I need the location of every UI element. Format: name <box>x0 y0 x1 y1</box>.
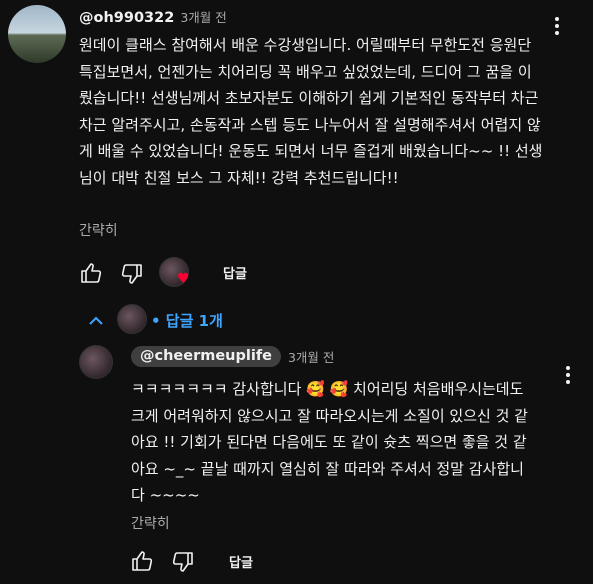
reply-avatar[interactable] <box>79 345 113 379</box>
read-less-button[interactable]: 간략히 <box>79 220 118 240</box>
reply-thumbs-up-icon[interactable] <box>130 549 154 573</box>
reply-time[interactable]: 3개월 전 <box>288 347 334 366</box>
reply-more-vert-icon[interactable] <box>566 366 572 387</box>
thumbs-down-icon[interactable] <box>120 262 144 286</box>
commenter-avatar[interactable] <box>8 5 66 63</box>
reply-button[interactable]: 답글 <box>223 263 247 282</box>
comment-time[interactable]: 3개월 전 <box>180 7 226 26</box>
thumbs-up-icon[interactable] <box>79 261 103 285</box>
comment-text: 원데이 클래스 참여해서 배운 수강생입니다. 어릴때부터 무한도전 응원단 특… <box>79 36 543 187</box>
reply-header: @cheermeuplife 3개월 전 <box>131 346 334 367</box>
reply-text: ㅋㅋㅋㅋㅋㅋㅋ 감사합니다 🥰 🥰 치어리딩 처음배우시는데도 크게 어려워하지… <box>131 380 528 504</box>
more-vert-icon[interactable] <box>555 17 561 38</box>
creator-heart-icon: ♥ <box>177 271 190 287</box>
reply-author-chip[interactable]: @cheermeuplife <box>131 346 281 367</box>
comment-header: @oh990322 3개월 전 <box>79 7 227 26</box>
reply-read-less-button[interactable]: 간략히 <box>131 513 170 533</box>
chevron-up-icon[interactable] <box>87 312 105 330</box>
comment-author[interactable]: @oh990322 <box>79 10 174 26</box>
reply-thumbs-down-icon[interactable] <box>171 550 195 574</box>
reply-reply-button[interactable]: 답글 <box>229 552 253 571</box>
replies-toggle[interactable]: • 답글 1개 <box>151 310 223 331</box>
replier-avatar-small <box>117 304 147 334</box>
